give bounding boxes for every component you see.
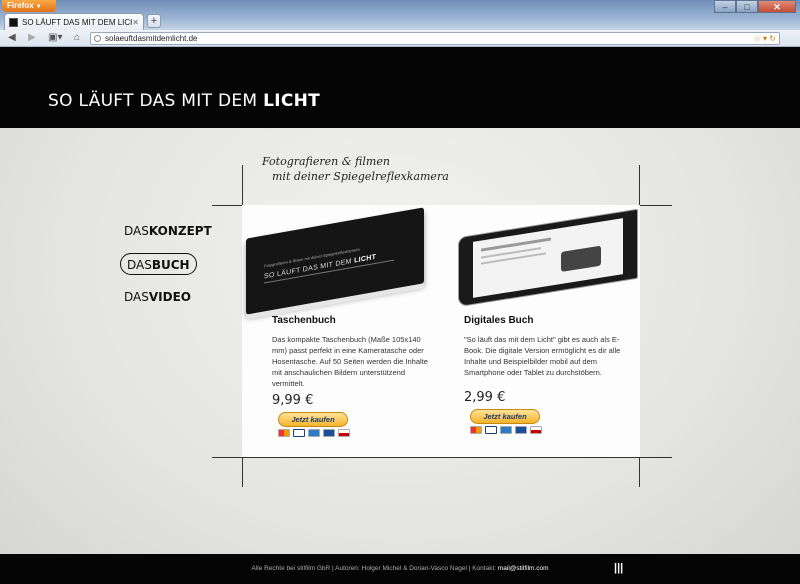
new-tab-button[interactable]: + (147, 14, 161, 28)
product-price: 2,99 € (464, 390, 506, 405)
url-bar[interactable]: solaeuftdasmitdemlicht.de ☆ ▾ ↻ (90, 32, 780, 45)
visa-icon (485, 426, 497, 434)
site-title-regular: SO LÄUFT DAS MIT DEM (48, 91, 264, 111)
amex-icon (308, 429, 320, 437)
buy-now-button[interactable]: Jetzt kaufen (470, 409, 540, 424)
browser-tab[interactable]: SO LÄUFT DAS MIT DEM LICHT ✕ (4, 13, 144, 30)
favicon-icon (9, 17, 18, 27)
minimize-button[interactable]: – (714, 0, 736, 13)
payment-methods (278, 429, 437, 437)
back-icon[interactable]: ◀ (8, 32, 16, 44)
maximize-button[interactable]: □ (736, 0, 758, 13)
close-tab-icon[interactable]: ✕ (132, 18, 139, 27)
url-text: solaeuftdasmitdemlicht.de (105, 34, 198, 43)
site-identity-icon[interactable] (94, 35, 101, 42)
bookmark-star-icon[interactable]: ☆ ▾ ↻ (754, 33, 776, 44)
contact-email-link[interactable]: mail@stilfilm.com (498, 565, 549, 572)
stilfilm-logo-icon[interactable]: ||| (614, 560, 632, 576)
ec-card-icon (530, 426, 542, 434)
history-icon[interactable]: ▣▾ (48, 32, 62, 44)
tagline: Fotografieren & filmen mit deiner Spiege… (262, 154, 449, 184)
dropdown-arrow-icon: ▼ (35, 4, 42, 10)
giropay-icon (323, 429, 335, 437)
product-description: Das kompakte Taschenbuch (Maße 105x140 m… (272, 335, 428, 388)
browser-titlebar: Firefox ▼ SO LÄUFT DAS MIT DEM LICHT ✕ + … (0, 0, 800, 30)
product-panel: Fotografieren & filmen mit deiner Spiege… (242, 205, 640, 457)
menu-item-konzept[interactable]: DASKONZEPT (124, 220, 212, 242)
window-controls: – □ ✕ (714, 0, 796, 13)
site-title-bold: LICHT (263, 91, 321, 111)
tagline-line-1: Fotografieren & filmen (262, 155, 390, 168)
product-price: 9,99 € (272, 393, 314, 408)
ec-card-icon (338, 429, 350, 437)
product-title: Taschenbuch (272, 315, 336, 326)
frame-line-bottom (212, 457, 672, 458)
site-header: SO LÄUFT DAS MIT DEM LICHT (0, 47, 800, 128)
menu-item-video[interactable]: DASVIDEO (124, 286, 212, 308)
home-icon[interactable]: ⌂ (74, 32, 80, 44)
product-title: Digitales Buch (464, 315, 534, 326)
firefox-label: Firefox (7, 1, 34, 10)
web-page: SO LÄUFT DAS MIT DEM LICHT Fotografieren… (0, 47, 800, 584)
paperback-image[interactable]: Fotografieren & filmen mit deiner Spiege… (246, 207, 424, 320)
payment-methods (470, 426, 629, 434)
buy-now-button[interactable]: Jetzt kaufen (278, 412, 348, 427)
product-description: "So läuft das mit dem Licht" gibt es auc… (464, 335, 621, 377)
product-taschenbuch: Taschenbuch Das kompakte Taschenbuch (Ma… (272, 315, 437, 437)
tagline-line-2: mit deiner Spiegelreflexkamera (272, 170, 449, 183)
firefox-menu-button[interactable]: Firefox ▼ (2, 0, 56, 12)
site-footer: Alle Rechte bei stilfilm GbR | Autoren: … (0, 554, 800, 584)
footer-text: Alle Rechte bei stilfilm GbR | Autoren: … (0, 565, 800, 572)
mastercard-icon (470, 426, 482, 434)
product-digitales-buch: Digitales Buch "So läuft das mit dem Lic… (464, 315, 629, 434)
tab-title: SO LÄUFT DAS MIT DEM LICHT (22, 17, 133, 27)
tablet-image[interactable] (458, 208, 638, 308)
forward-icon[interactable]: ▶ (28, 32, 36, 44)
mastercard-icon (278, 429, 290, 437)
giropay-icon (515, 426, 527, 434)
main-menu: DASKONZEPT DASBUCH DASVIDEO (120, 220, 212, 319)
navigation-toolbar: ◀ ▶ ▣▾ ⌂ solaeuftdasmitdemlicht.de ☆ ▾ ↻ (0, 30, 800, 47)
tablet-screen (473, 218, 623, 298)
amex-icon (500, 426, 512, 434)
site-title[interactable]: SO LÄUFT DAS MIT DEM LICHT (48, 91, 320, 111)
footer-credits: Alle Rechte bei stilfilm GbR | Autoren: … (251, 565, 498, 572)
menu-item-buch[interactable]: DASBUCH (120, 253, 197, 275)
visa-icon (293, 429, 305, 437)
close-window-button[interactable]: ✕ (758, 0, 796, 13)
